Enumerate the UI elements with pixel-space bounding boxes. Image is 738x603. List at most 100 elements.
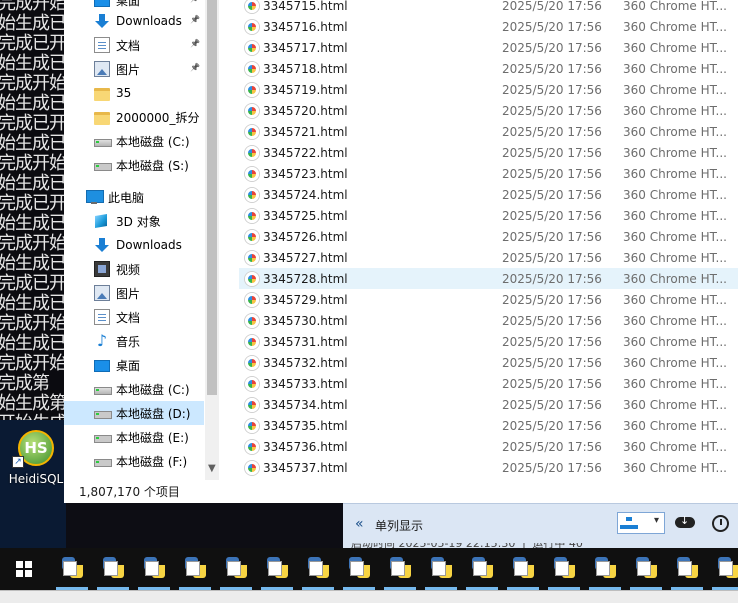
file-name: 3345731.html	[263, 334, 348, 349]
taskbar-python-window-button[interactable]	[257, 548, 297, 590]
nav-item[interactable]: 本地磁盘 (S:)	[64, 153, 204, 177]
status-bar: 1,807,170 个项目	[64, 480, 738, 503]
cloud-download-icon[interactable]	[675, 512, 697, 530]
nav-item[interactable]: 本地磁盘 (C:)	[64, 129, 204, 153]
nav-item[interactable]: 文档	[64, 305, 204, 329]
file-name: 3345719.html	[263, 82, 348, 97]
nav-item[interactable]: 3D 对象	[64, 209, 204, 233]
nav-item[interactable]: ♪ 音乐	[64, 329, 204, 353]
console-line: 完成开始	[0, 353, 66, 374]
nav-item[interactable]: 本地磁盘 (F:)	[64, 449, 204, 473]
drive-icon	[94, 405, 112, 421]
taskbar-python-window-button[interactable]	[585, 548, 625, 590]
file-row[interactable]: 3345726.html 2025/5/20 17:56 360 Chrome HT…	[239, 226, 738, 247]
nav-item-label: 本地磁盘 (D:)	[116, 406, 191, 421]
file-row[interactable]: 3345725.html 2025/5/20 17:56 360 Chrome HT…	[239, 205, 738, 226]
file-name: 3345734.html	[263, 397, 348, 412]
nav-item[interactable]: 文档 📌	[64, 33, 204, 57]
download-icon	[94, 13, 110, 29]
file-row[interactable]: 3345735.html 2025/5/20 17:56 360 Chrome HT…	[239, 415, 738, 436]
file-date: 2025/5/20 17:56	[502, 19, 602, 34]
taskbar-python-window-button[interactable]	[134, 548, 174, 590]
nav-item[interactable]: 视频	[64, 257, 204, 281]
file-row[interactable]: 3345737.html 2025/5/20 17:56 360 Chrome HT…	[239, 457, 738, 478]
nav-item[interactable]: 本地磁盘 (C:)	[64, 377, 204, 401]
taskbar-python-window-button[interactable]	[667, 548, 707, 590]
file-row[interactable]: 3345721.html 2025/5/20 17:56 360 Chrome HT…	[239, 121, 738, 142]
file-name: 3345721.html	[263, 124, 348, 139]
nav-item[interactable]: 图片	[64, 281, 204, 305]
file-row[interactable]: 3345715.html 2025/5/20 17:56 360 Chrome HT…	[239, 0, 738, 16]
drive-icon	[94, 381, 112, 397]
navigation-pane: 桌面 📌 Downloads 📌 文档 📌 图片 📌 35 2000000_拆分本地磁盘 (C:)…	[64, 0, 219, 480]
file-row[interactable]: 3345723.html 2025/5/20 17:56 360 Chrome HT…	[239, 163, 738, 184]
file-type: 360 Chrome HT...	[623, 187, 727, 202]
taskbar-python-window-button[interactable]	[421, 548, 461, 590]
nav-item[interactable]: Downloads	[64, 233, 204, 257]
taskbar-python-window-button[interactable]	[503, 548, 543, 590]
desktop-icon	[94, 360, 110, 372]
taskbar-python-window-button[interactable]	[708, 548, 738, 590]
nav-item-label: 2000000_拆分	[116, 110, 200, 125]
taskbar-python-window-button[interactable]	[462, 548, 502, 590]
nav-scrollbar[interactable]: ▼	[205, 0, 219, 480]
pin-icon: 📌	[190, 39, 200, 48]
nav-scrollbar-thumb[interactable]	[207, 0, 217, 395]
taskbar-python-window-button[interactable]	[380, 548, 420, 590]
file-row[interactable]: 3345728.html 2025/5/20 17:56 360 Chrome HT…	[239, 268, 738, 289]
nav-item[interactable]: 此电脑	[64, 185, 204, 209]
scroll-down-arrow-icon[interactable]: ▼	[208, 463, 216, 474]
taskbar-python-window-button[interactable]	[339, 548, 379, 590]
file-row[interactable]: 3345722.html 2025/5/20 17:56 360 Chrome HT…	[239, 142, 738, 163]
single-column-toggle[interactable]: 单列显示	[375, 517, 423, 534]
nav-item[interactable]: 桌面	[64, 353, 204, 377]
file-row[interactable]: 3345730.html 2025/5/20 17:56 360 Chrome HT…	[239, 310, 738, 331]
nav-item[interactable]: 本地磁盘 (D:)	[64, 401, 204, 425]
picture-icon	[94, 285, 110, 301]
nav-item[interactable]: 2000000_拆分	[64, 105, 204, 129]
file-row[interactable]: 3345732.html 2025/5/20 17:56 360 Chrome HT…	[239, 352, 738, 373]
console-line: 完成开始生成	[0, 233, 66, 254]
file-date: 2025/5/20 17:56	[502, 229, 602, 244]
start-button[interactable]	[4, 548, 44, 590]
collapse-chevron-icon[interactable]: «	[355, 516, 364, 532]
nav-item[interactable]: 图片 📌	[64, 57, 204, 81]
folder-icon	[94, 87, 110, 101]
file-row[interactable]: 3345733.html 2025/5/20 17:56 360 Chrome HT…	[239, 373, 738, 394]
heidisql-desktop-shortcut[interactable]: HS ↗ HeidiSQL	[6, 426, 64, 492]
file-row[interactable]: 3345720.html 2025/5/20 17:56 360 Chrome HT…	[239, 100, 738, 121]
file-row[interactable]: 3345718.html 2025/5/20 17:56 360 Chrome HT…	[239, 58, 738, 79]
file-row[interactable]: 3345719.html 2025/5/20 17:56 360 Chrome HT…	[239, 79, 738, 100]
file-row[interactable]: 3345724.html 2025/5/20 17:56 360 Chrome HT…	[239, 184, 738, 205]
clock-icon[interactable]	[712, 515, 729, 532]
file-row[interactable]: 3345717.html 2025/5/20 17:56 360 Chrome HT…	[239, 37, 738, 58]
taskbar-python-window-button[interactable]	[626, 548, 666, 590]
taskbar-python-window-button[interactable]	[544, 548, 584, 590]
nav-item[interactable]: Downloads 📌	[64, 9, 204, 33]
drive-icon	[94, 453, 112, 469]
file-type: 360 Chrome HT...	[623, 145, 727, 160]
taskbar-python-window-button[interactable]	[216, 548, 256, 590]
file-row[interactable]: 3345736.html 2025/5/20 17:56 360 Chrome HT…	[239, 436, 738, 457]
file-date: 2025/5/20 17:56	[502, 439, 602, 454]
file-date: 2025/5/20 17:56	[502, 418, 602, 433]
file-type: 360 Chrome HT...	[623, 334, 727, 349]
python-icon	[185, 557, 207, 579]
chrome-html-file-icon	[245, 103, 259, 118]
file-row[interactable]: 3345716.html 2025/5/20 17:56 360 Chrome HT…	[239, 16, 738, 37]
taskbar-python-window-button[interactable]	[93, 548, 133, 590]
file-row[interactable]: 3345731.html 2025/5/20 17:56 360 Chrome HT…	[239, 331, 738, 352]
nav-item[interactable]: 35	[64, 81, 204, 105]
item-count: 1,807,170 个项目	[79, 485, 180, 499]
file-row[interactable]: 3345734.html 2025/5/20 17:56 360 Chrome HT…	[239, 394, 738, 415]
console-line: 完成已开始	[0, 273, 66, 294]
nav-item[interactable]: 本地磁盘 (E:)	[64, 425, 204, 449]
file-name: 3345729.html	[263, 292, 348, 307]
taskbar-python-window-button[interactable]	[298, 548, 338, 590]
taskbar-python-window-button[interactable]	[175, 548, 215, 590]
file-row[interactable]: 3345727.html 2025/5/20 17:56 360 Chrome HT…	[239, 247, 738, 268]
taskbar-python-window-button[interactable]	[52, 548, 92, 590]
file-row[interactable]: 3345729.html 2025/5/20 17:56 360 Chrome HT…	[239, 289, 738, 310]
file-type: 360 Chrome HT...	[623, 103, 727, 118]
tree-view-dropdown-button[interactable]	[617, 512, 665, 534]
